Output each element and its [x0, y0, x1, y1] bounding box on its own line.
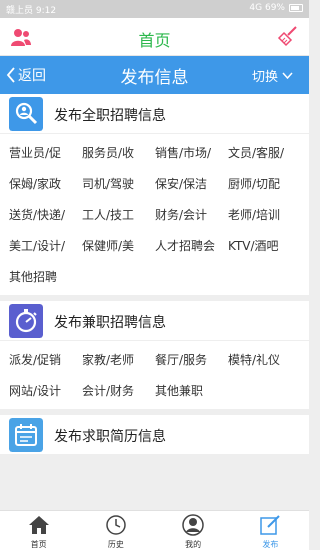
tab-history[interactable]: 历史: [77, 511, 154, 550]
tag-item[interactable]: 文员/客服/: [228, 138, 301, 169]
switch-button[interactable]: 切换: [252, 66, 293, 85]
profile-icon: [182, 514, 204, 536]
chevron-down-icon: [282, 72, 293, 79]
section-title: 发布全职招聘信息: [54, 108, 166, 124]
status-left: 赣上员 9:12: [6, 6, 57, 16]
broom-icon[interactable]: [277, 25, 299, 47]
back-button[interactable]: 返回: [6, 65, 46, 85]
tag-item[interactable]: 工人/技工: [82, 200, 155, 231]
search-person-icon: [9, 97, 43, 131]
status-right: 4G 69%: [249, 3, 303, 13]
tag-item[interactable]: 销售/市场/: [155, 138, 228, 169]
tag-item[interactable]: 营业员/促: [9, 138, 82, 169]
tab-label: 发布: [262, 540, 279, 549]
tag-grid: 派发/促销 家教/老师 餐厅/服务 模特/礼仪 网站/设计 会计/财务 其他兼职: [0, 341, 309, 409]
tag-item[interactable]: 餐厅/服务: [155, 345, 228, 376]
tag-item[interactable]: 美工/设计/: [9, 231, 82, 262]
section-title: 发布兼职招聘信息: [54, 315, 166, 331]
tab-label: 首页: [30, 540, 47, 549]
tag-item[interactable]: 保安/保洁: [155, 169, 228, 200]
stopwatch-icon: [9, 304, 43, 338]
tag-item[interactable]: 派发/促销: [9, 345, 82, 376]
tag-item[interactable]: 保健师/美: [82, 231, 155, 262]
tag-item[interactable]: 厨师/切配: [228, 169, 301, 200]
chevron-left-icon: [6, 67, 15, 83]
section-resume: 发布求职简历信息: [0, 415, 309, 455]
tag-item[interactable]: 保姆/家政: [9, 169, 82, 200]
tag-item[interactable]: 司机/驾驶: [82, 169, 155, 200]
section-title: 发布求职简历信息: [54, 429, 166, 445]
tab-label: 我的: [185, 540, 202, 549]
tag-item[interactable]: 服务员/收: [82, 138, 155, 169]
tag-item[interactable]: 家教/老师: [82, 345, 155, 376]
tag-item[interactable]: 人才招聘会: [155, 231, 228, 262]
calendar-icon: [9, 418, 43, 452]
bottom-tab-bar: 首页 历史 我的 发布: [0, 510, 309, 550]
back-label: 返回: [18, 68, 46, 84]
tag-item[interactable]: 模特/礼仪: [228, 345, 301, 376]
section-fulltime: 发布全职招聘信息 营业员/促 服务员/收 销售/市场/ 文员/客服/ 保姆/家政…: [0, 94, 309, 295]
tag-item[interactable]: 财务/会计: [155, 200, 228, 231]
tag-item[interactable]: 送货/快递/: [9, 200, 82, 231]
page-title: 首页: [138, 31, 171, 50]
tag-item[interactable]: 网站/设计: [9, 376, 82, 407]
tab-home[interactable]: 首页: [0, 511, 77, 550]
section-parttime: 发布兼职招聘信息 派发/促销 家教/老师 餐厅/服务 模特/礼仪 网站/设计 会…: [0, 301, 309, 409]
home-icon: [28, 516, 49, 534]
tab-publish[interactable]: 发布: [232, 511, 309, 550]
tag-item[interactable]: 会计/财务: [82, 376, 155, 407]
top-bar: 首页: [0, 18, 309, 56]
section-header[interactable]: 发布求职简历信息: [0, 415, 309, 455]
tag-item[interactable]: 老师/培训: [228, 200, 301, 231]
status-bar: 赣上员 9:12 4G 69%: [0, 0, 309, 18]
clock-icon: [106, 515, 126, 535]
tag-item[interactable]: 其他兼职: [155, 376, 228, 407]
edit-icon: [260, 515, 281, 535]
switch-label: 切换: [251, 70, 278, 85]
tab-label: 历史: [107, 540, 124, 549]
content-area: 发布全职招聘信息 营业员/促 服务员/收 销售/市场/ 文员/客服/ 保姆/家政…: [0, 94, 309, 510]
tag-item[interactable]: KTV/酒吧: [228, 231, 301, 262]
status-signal-text: 4G 69%: [249, 3, 285, 13]
tab-mine[interactable]: 我的: [155, 511, 232, 550]
battery-icon: [289, 4, 303, 12]
tag-item[interactable]: 其他招聘: [9, 262, 82, 293]
section-header[interactable]: 发布兼职招聘信息: [0, 301, 309, 341]
section-header[interactable]: 发布全职招聘信息: [0, 94, 309, 134]
tag-grid: 营业员/促 服务员/收 销售/市场/ 文员/客服/ 保姆/家政 司机/驾驶 保安…: [0, 134, 309, 295]
nav-bar: 返回 发布信息 切换: [0, 56, 309, 94]
